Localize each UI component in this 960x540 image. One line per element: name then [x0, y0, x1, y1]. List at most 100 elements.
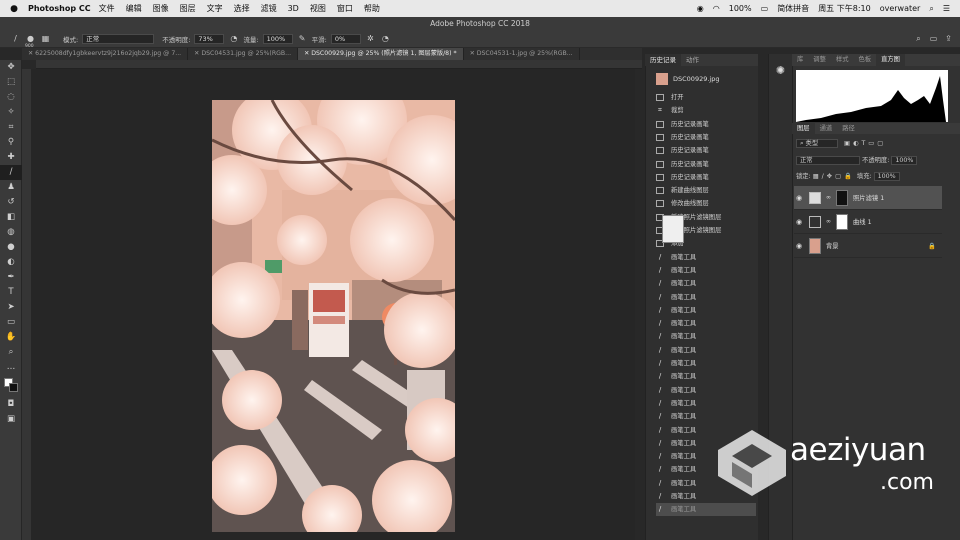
- history-item[interactable]: 新建曲线图层: [656, 184, 756, 197]
- history-item[interactable]: / 画笔工具: [656, 384, 756, 397]
- tab-adjustments[interactable]: 调整: [808, 54, 831, 66]
- tab-swatches[interactable]: 色板: [853, 54, 876, 66]
- tab-paths[interactable]: 路径: [837, 123, 860, 134]
- brush-settings-icon[interactable]: ✺: [769, 64, 792, 77]
- menu-view[interactable]: 视图: [310, 3, 326, 14]
- history-item[interactable]: 历史记录画笔: [656, 171, 756, 184]
- path-select-tool-icon[interactable]: ➤: [0, 300, 22, 315]
- menu-help[interactable]: 帮助: [364, 3, 380, 14]
- airbrush-icon[interactable]: ✎: [297, 33, 308, 44]
- brush-tool-icon[interactable]: /: [0, 165, 22, 180]
- history-brush-tool-icon[interactable]: ↺: [0, 195, 22, 210]
- history-item[interactable]: / 画笔工具: [656, 344, 756, 357]
- dodge-tool-icon[interactable]: ◐: [0, 255, 22, 270]
- stamp-tool-icon[interactable]: ♟: [0, 180, 22, 195]
- menu-image[interactable]: 图像: [153, 3, 169, 14]
- history-item[interactable]: / 画笔工具: [656, 370, 756, 383]
- eye-icon[interactable]: ◉: [794, 242, 804, 250]
- menu-file[interactable]: 文件: [99, 3, 115, 14]
- brush-preset-icon[interactable]: ● 900: [25, 33, 36, 49]
- menu-type[interactable]: 文字: [207, 3, 223, 14]
- battery-icon[interactable]: ▭: [761, 4, 769, 13]
- blend-mode-select[interactable]: 正常: [796, 156, 860, 165]
- history-item[interactable]: / 画笔工具: [656, 304, 756, 317]
- more-tools-icon[interactable]: …: [0, 360, 22, 375]
- menu-window[interactable]: 窗口: [337, 3, 353, 14]
- history-item[interactable]: / 画笔工具: [656, 277, 756, 290]
- marquee-tool-icon[interactable]: ⬚: [0, 75, 22, 90]
- input-method[interactable]: 简体拼音: [777, 3, 809, 14]
- flow-field[interactable]: 100%: [262, 33, 293, 44]
- zoom-tool-icon[interactable]: ⌕: [0, 345, 22, 360]
- link-icon[interactable]: ∞: [826, 218, 831, 225]
- brush-tool-icon[interactable]: /: [10, 33, 21, 44]
- opacity-field[interactable]: 73%: [194, 33, 225, 44]
- pressure-opacity-icon[interactable]: ◔: [228, 33, 239, 44]
- apple-icon[interactable]: ●: [6, 4, 22, 14]
- wifi-icon[interactable]: ◠: [713, 4, 720, 13]
- link-icon[interactable]: ∞: [826, 194, 831, 201]
- app-menu[interactable]: Photoshop CC: [28, 4, 91, 13]
- lasso-tool-icon[interactable]: ◌: [0, 90, 22, 105]
- layer-opacity-field[interactable]: 100%: [891, 156, 918, 165]
- hand-tool-icon[interactable]: ✋: [0, 330, 22, 345]
- fill-field[interactable]: 100%: [873, 172, 900, 181]
- layer-thumbnail[interactable]: [809, 237, 821, 254]
- quick-mask-icon[interactable]: ◘: [0, 397, 22, 412]
- tab-libraries[interactable]: 库: [792, 54, 808, 66]
- spotlight-icon[interactable]: ⌕: [929, 4, 933, 14]
- history-snapshot[interactable]: DSC00929.jpg: [656, 70, 756, 87]
- tab-channels[interactable]: 通道: [815, 123, 838, 134]
- history-item[interactable]: / 画笔工具: [656, 251, 756, 264]
- layer-mask-thumbnail[interactable]: [836, 213, 848, 230]
- swap-colors-icon[interactable]: [0, 375, 22, 397]
- layer-curves[interactable]: ◉ ∞ 曲线 1: [794, 210, 942, 234]
- pen-tool-icon[interactable]: ✒: [0, 270, 22, 285]
- share-icon[interactable]: ⇪: [943, 33, 954, 44]
- notification-icon[interactable]: ☰: [943, 4, 950, 13]
- tab-styles[interactable]: 样式: [831, 54, 854, 66]
- tab-doc-4[interactable]: ✕ DSC04531-1.jpg @ 25%(RGB...: [464, 48, 580, 60]
- layer-background[interactable]: ◉ 背景 🔒: [794, 234, 942, 258]
- history-item[interactable]: 历史记录画笔: [656, 131, 756, 144]
- history-item[interactable]: / 画笔工具: [656, 410, 756, 423]
- menu-3d[interactable]: 3D: [288, 4, 299, 13]
- tab-doc-2[interactable]: ✕ DSC04531.jpg @ 25%(RGB...: [188, 48, 299, 60]
- eye-icon[interactable]: ◉: [794, 218, 804, 226]
- history-item[interactable]: / 画笔工具: [656, 503, 756, 517]
- healing-tool-icon[interactable]: ✚: [0, 150, 22, 165]
- history-item[interactable]: ⌗ 裁剪: [656, 104, 756, 117]
- move-tool-icon[interactable]: ✥: [0, 60, 22, 75]
- history-item[interactable]: 历史记录画笔: [656, 118, 756, 131]
- crop-tool-icon[interactable]: ⌗: [0, 120, 22, 135]
- type-tool-icon[interactable]: T: [0, 285, 22, 300]
- history-item[interactable]: / 画笔工具: [656, 291, 756, 304]
- shape-tool-icon[interactable]: ▭: [0, 315, 22, 330]
- lock-icons[interactable]: ▦/✥▢🔒: [813, 173, 855, 180]
- eyedropper-tool-icon[interactable]: ⚲: [0, 135, 22, 150]
- tab-actions[interactable]: 动作: [681, 54, 704, 66]
- smooth-field[interactable]: 0%: [330, 33, 361, 44]
- layer-filter-select[interactable]: ⌕ 类型: [796, 139, 838, 148]
- history-item[interactable]: / 画笔工具: [656, 330, 756, 343]
- workspace-icon[interactable]: ▭: [928, 33, 939, 44]
- tab-layers[interactable]: 图层: [792, 123, 815, 134]
- menu-edit[interactable]: 编辑: [126, 3, 142, 14]
- tab-histogram[interactable]: 直方图: [876, 54, 905, 66]
- menu-filter[interactable]: 滤镜: [261, 3, 277, 14]
- history-item[interactable]: / 画笔工具: [656, 264, 756, 277]
- paint-bucket-tool-icon[interactable]: ◍: [0, 225, 22, 240]
- layer-filter-icons[interactable]: ▣◐T▭▢: [844, 140, 886, 147]
- user-name[interactable]: overwater: [880, 4, 921, 13]
- screen-mode-icon[interactable]: ▣: [0, 412, 22, 427]
- layer-photo-filter[interactable]: ◉ ∞ 照片滤镜 1: [794, 186, 942, 210]
- eraser-tool-icon[interactable]: ◧: [0, 210, 22, 225]
- blur-tool-icon[interactable]: ●: [0, 240, 22, 255]
- pressure-size-icon[interactable]: ◔: [380, 33, 391, 44]
- tab-doc-1[interactable]: ✕ 6225008dfy1gbkeervtz9j216o2jqb29.jpg @…: [22, 48, 189, 60]
- history-item[interactable]: 历史记录画笔: [656, 158, 756, 171]
- mode-select[interactable]: 正常: [82, 33, 155, 44]
- layer-mask-thumbnail[interactable]: [836, 189, 848, 206]
- history-item[interactable]: / 画笔工具: [656, 397, 756, 410]
- menu-select[interactable]: 选择: [234, 3, 250, 14]
